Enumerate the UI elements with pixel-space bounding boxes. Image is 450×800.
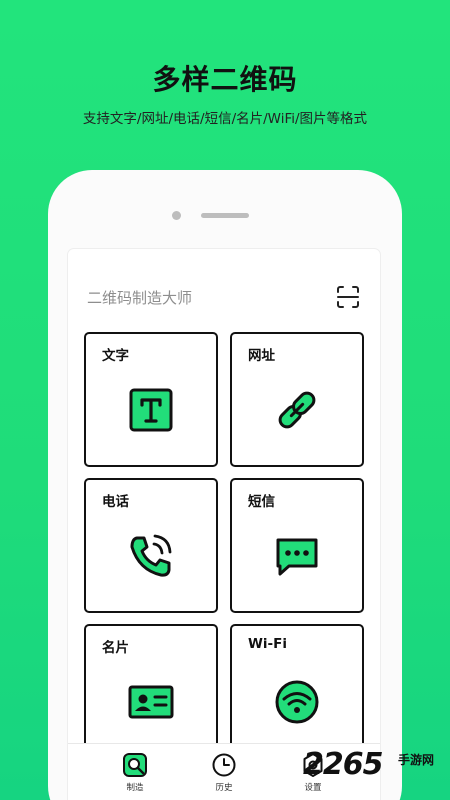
page-subheadline: 支持文字/网址/电话/短信/名片/WiFi/图片等格式 bbox=[82, 111, 368, 127]
wifi-icon bbox=[275, 680, 319, 724]
card-url[interactable]: 网址 bbox=[230, 332, 364, 467]
card-label: 网址 bbox=[248, 348, 275, 364]
card-label: 电话 bbox=[102, 494, 129, 510]
card-sms[interactable]: 短信 bbox=[230, 478, 364, 613]
speaker-grille bbox=[201, 213, 249, 218]
app-title: 二维码制造大师 bbox=[87, 289, 193, 307]
tab-make[interactable]: 制造 bbox=[105, 752, 165, 800]
search-qr-icon bbox=[123, 753, 147, 777]
contact-card-icon bbox=[128, 685, 174, 719]
clock-icon bbox=[212, 753, 236, 777]
tab-history[interactable]: 历史 bbox=[194, 752, 254, 800]
site-watermark: 2265 手游网 bbox=[303, 745, 450, 795]
card-text[interactable]: 文字 bbox=[84, 332, 218, 467]
card-label: 短信 bbox=[248, 494, 275, 510]
page-headline: 多样二维码 bbox=[152, 63, 298, 96]
scan-icon[interactable] bbox=[334, 283, 362, 311]
card-label: 文字 bbox=[102, 348, 129, 364]
message-icon bbox=[276, 538, 318, 576]
tab-label: 制造 bbox=[126, 783, 144, 793]
camera-dot bbox=[172, 211, 181, 220]
phone-call-icon bbox=[130, 534, 172, 577]
card-label: Wi-Fi bbox=[248, 636, 287, 652]
watermark-text: 手游网 bbox=[398, 753, 435, 767]
link-icon bbox=[278, 391, 316, 429]
text-icon bbox=[129, 388, 173, 432]
tab-label: 历史 bbox=[215, 783, 233, 793]
card-label: 名片 bbox=[102, 640, 129, 656]
card-phone[interactable]: 电话 bbox=[84, 478, 218, 613]
watermark-number: 2265 bbox=[303, 747, 383, 782]
card-wifi[interactable]: Wi-Fi bbox=[230, 624, 364, 759]
card-contact[interactable]: 名片 bbox=[84, 624, 218, 759]
app-screen: 二维码制造大师 文字 网址 电话 短信 名片 Wi-Fi 制造 历史 设置 bbox=[68, 249, 380, 800]
